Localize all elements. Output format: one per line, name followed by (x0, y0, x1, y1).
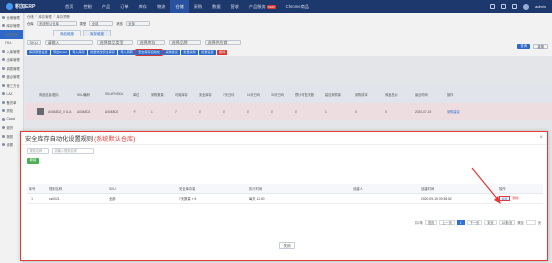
delete-rule-button[interactable]: 删除 (511, 196, 520, 201)
col-header: 序号 (28, 187, 36, 191)
col-header: 操作 (499, 187, 506, 191)
pager-size-select[interactable]: 10条/页 (498, 220, 516, 225)
pager-prev[interactable]: 上一页 (439, 220, 455, 225)
pager-current[interactable]: 1 (456, 220, 465, 225)
rule-exec-time: 每天 11:00 (249, 197, 265, 201)
modal-title: 安全库存自动化设置规则 (系统默认仓库) (21, 132, 547, 145)
col-header: 创建时间 (421, 187, 435, 191)
pager-goto-input[interactable] (525, 220, 536, 225)
modal-subtitle: (系统默认仓库) (94, 135, 136, 143)
pager-last[interactable]: 末页 (484, 220, 497, 225)
rule-safety: 7天数量 × 5 (179, 197, 197, 201)
pager-goto-label: 跳至 (517, 221, 524, 225)
col-header: 执行时间 (249, 187, 263, 191)
row-actions: 编辑 删除 (499, 196, 543, 201)
row-index: 1 (31, 196, 33, 201)
modal-filters: 规则名称 请输入规则名称 (21, 145, 547, 157)
rule-sku: 全部 (109, 197, 116, 201)
close-button[interactable]: 关闭 (279, 242, 295, 249)
edit-rule-button[interactable]: 编辑 (499, 196, 511, 201)
rule-created: 2020-09-15 09:38:52 (421, 196, 452, 201)
modal-title-text: 安全库存自动化设置规则 (25, 135, 94, 143)
pager-next[interactable]: 下一页 (466, 220, 483, 225)
pagination: 共1条 首页 上一页 1 下一页 末页 10条/页 跳至 页 (415, 220, 541, 225)
rule-name: cs0021 (49, 196, 60, 201)
add-rule-button[interactable]: 新增 (27, 158, 39, 164)
close-icon[interactable]: × (539, 135, 543, 141)
table-row[interactable]: 1 cs0021 全部 7天数量 × 5 每天 11:00 2020-09-15… (27, 194, 543, 204)
pager-page-unit: 页 (537, 221, 541, 225)
safety-automation-modal: 安全库存自动化设置规则 (系统默认仓库) × 规则名称 请输入规则名称 新增 序… (20, 131, 548, 261)
col-header: 规则名称 (49, 187, 63, 191)
col-header: SKU (109, 186, 116, 191)
col-header: 创建人 (353, 187, 363, 191)
rule-field-select[interactable]: 规则名称 (27, 148, 49, 154)
rules-table: 序号 规则名称 SKU 安全库存量 执行时间 创建人 创建时间 操作 1 cs0… (27, 184, 543, 204)
pager-first[interactable]: 首页 (424, 220, 438, 225)
pager-total: 共1条 (414, 221, 423, 225)
rules-table-header: 序号 规则名称 SKU 安全库存量 执行时间 创建人 创建时间 操作 (27, 184, 543, 194)
col-header: 安全库存量 (179, 187, 196, 191)
rule-search-input[interactable]: 请输入规则名称 (52, 148, 94, 154)
